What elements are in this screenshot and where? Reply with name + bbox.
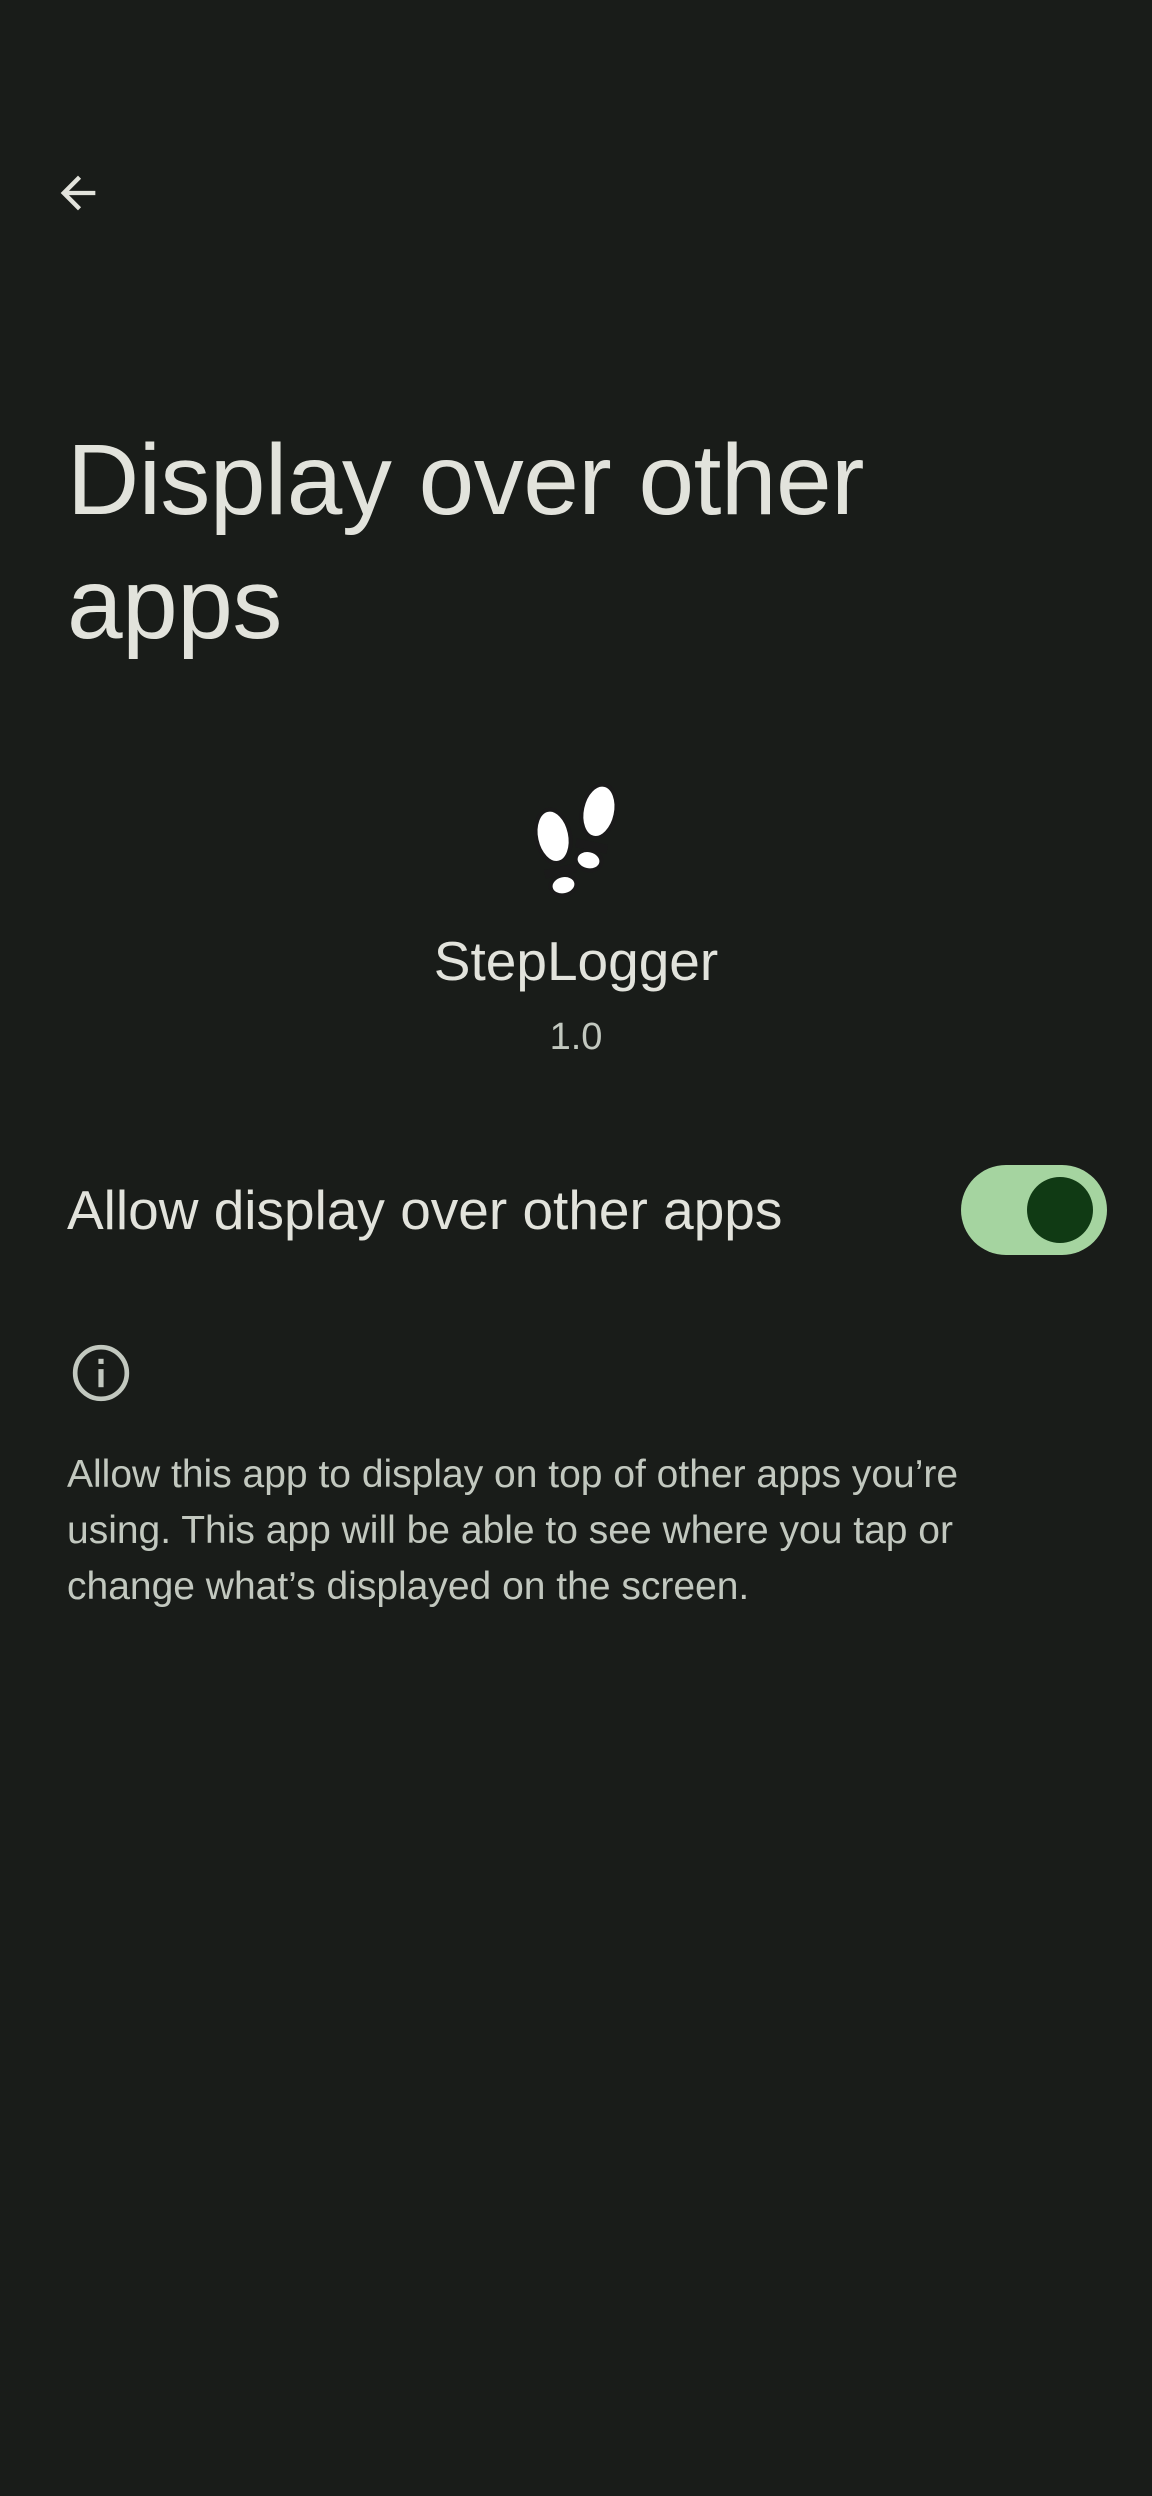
switch-label: Allow display over other apps — [67, 1179, 783, 1241]
footprints-icon — [516, 780, 636, 900]
back-button[interactable] — [30, 145, 126, 241]
info-icon — [72, 1344, 130, 1402]
app-header: StepLogger 1.0 — [0, 780, 1152, 1060]
page-title: Display over other apps — [67, 424, 864, 660]
app-name: StepLogger — [433, 930, 719, 992]
arrow-back-icon — [60, 175, 96, 211]
allow-display-toggle[interactable] — [961, 1165, 1107, 1255]
toggle-thumb — [1027, 1177, 1093, 1243]
allow-display-over-apps-row[interactable]: Allow display over other apps — [0, 1150, 1152, 1270]
app-version: 1.0 — [549, 1016, 603, 1058]
footer-description: Allow this app to display on top of othe… — [67, 1453, 959, 1608]
